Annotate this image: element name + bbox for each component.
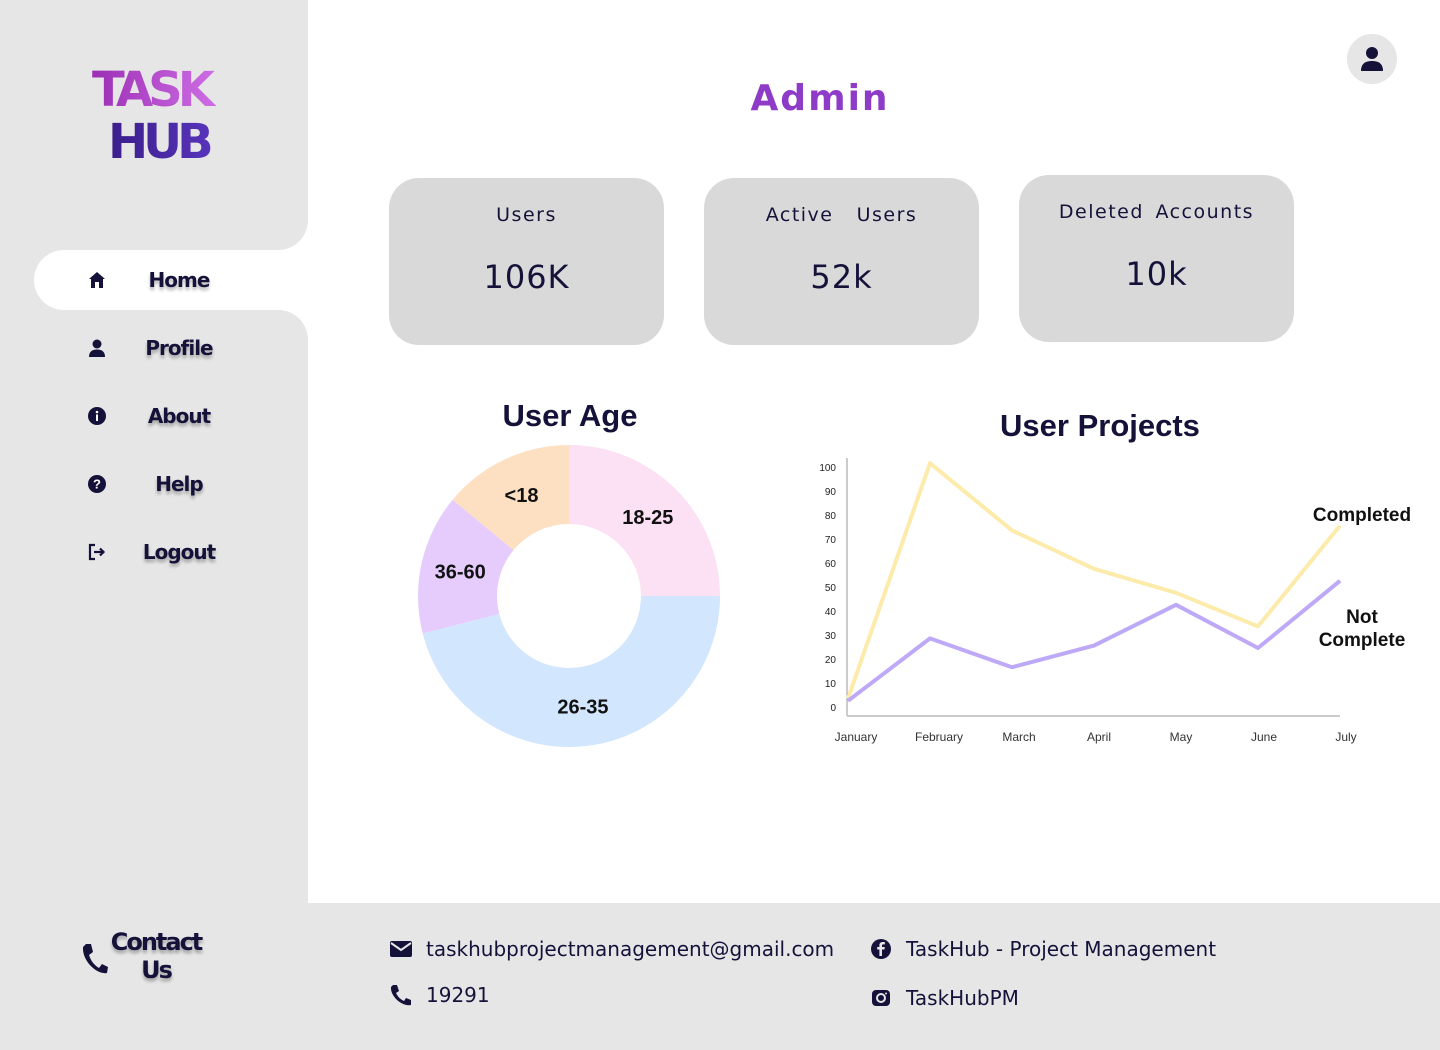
instagram-text: TaskHubPM (906, 986, 1019, 1010)
stat-label: Users (496, 204, 557, 226)
page-title: Admin (750, 78, 890, 119)
sidebar-item-label: Home (148, 268, 211, 292)
sidebar-item-label: About (147, 404, 211, 428)
donut-label: <18 (505, 485, 539, 507)
sidebar-item-label: Help (155, 472, 203, 496)
y-tick-label: 100 (819, 463, 836, 474)
phone-text: 19291 (426, 983, 490, 1007)
y-tick-label: 90 (825, 487, 837, 498)
donut-label: 26-35 (557, 697, 608, 719)
age-chart-title: User Age (502, 398, 638, 433)
y-tick-label: 60 (825, 559, 837, 570)
user-icon (86, 337, 108, 359)
footer-email[interactable]: taskhubprojectmanagement@gmail.com (388, 934, 834, 964)
y-tick-label: 30 (825, 631, 837, 642)
facebook-text: TaskHub - Project Management (906, 937, 1217, 961)
x-tick-label: March (1002, 730, 1035, 744)
sidebar-item-label: Logout (142, 540, 216, 564)
logout-icon (86, 541, 108, 563)
sidebar-nav: Home Profile About ? Help Logout (34, 250, 308, 590)
sidebar-item-about[interactable]: About (34, 386, 308, 446)
logo-line-task: TASK (92, 66, 222, 114)
sidebar-item-home[interactable]: Home (34, 250, 308, 310)
sidebar-item-label: Profile (145, 336, 213, 360)
series-line-not-complete (846, 579, 1342, 703)
y-tick-label: 40 (825, 607, 837, 618)
instagram-icon (868, 985, 894, 1011)
stat-card-deleted-accounts: Deleted Accounts 10k (1019, 175, 1294, 342)
x-tick-label: May (1170, 730, 1193, 744)
age-donut-chart: 18-25 26-35 36-60 <18 (418, 445, 720, 747)
stat-card-users: Users 106K (389, 178, 664, 345)
y-tick-label: 10 (825, 679, 837, 690)
projects-chart-title: User Projects (1000, 408, 1200, 443)
x-tick-label: July (1335, 730, 1356, 744)
svg-text:?: ? (93, 477, 101, 492)
stat-label: Deleted Accounts (1058, 201, 1255, 223)
y-tick-label: 70 (825, 535, 837, 546)
sidebar-curve-top (260, 214, 308, 250)
series-label-not-complete: Not Complete (1319, 607, 1406, 651)
y-tick-label: 80 (825, 511, 837, 522)
footer-phone[interactable]: 19291 (388, 980, 490, 1010)
x-tick-label: April (1087, 730, 1111, 744)
facebook-icon (868, 936, 894, 962)
phone-icon (388, 982, 414, 1008)
donut-label: 18-25 (622, 507, 673, 529)
phone-icon (82, 944, 108, 974)
y-tick-label: 20 (825, 655, 837, 666)
footer-instagram[interactable]: TaskHubPM (868, 983, 1019, 1013)
sidebar-item-help[interactable]: ? Help (34, 454, 308, 514)
stat-label: Active Users (765, 204, 918, 226)
donut-label: 36-60 (435, 562, 486, 584)
taskhub-logo[interactable]: TASK HUB (92, 66, 222, 166)
sidebar: TASK HUB Home Profile About ? Help Logou… (0, 0, 308, 903)
user-icon (1361, 47, 1383, 71)
stat-value: 106K (483, 258, 570, 296)
contact-us-label: Contact Us (110, 928, 204, 984)
stat-value: 52k (810, 258, 873, 296)
x-tick-label: February (915, 730, 963, 744)
footer-facebook[interactable]: TaskHub - Project Management (868, 934, 1216, 964)
stat-card-active-users: Active Users 52k (704, 178, 979, 345)
series-line-completed (846, 461, 1342, 700)
y-tick-label: 0 (830, 703, 836, 714)
profile-avatar-button[interactable] (1347, 34, 1397, 84)
x-tick-label: June (1251, 730, 1277, 744)
contact-us[interactable]: Contact Us (80, 928, 220, 988)
mail-icon (388, 936, 414, 962)
admin-dashboard: TASK HUB Home Profile About ? Help Logou… (0, 0, 1440, 1050)
sidebar-curve-bottom (260, 310, 308, 346)
projects-line-chart: 0 10 20 30 40 50 60 70 80 90 100 January February Mar… (819, 458, 1411, 744)
email-text: taskhubprojectmanagement@gmail.com (426, 937, 835, 961)
x-tick-label: January (835, 730, 878, 744)
home-icon (86, 269, 108, 291)
help-icon: ? (86, 473, 108, 495)
series-label-completed: Completed (1313, 505, 1411, 526)
info-icon (86, 405, 108, 427)
logo-line-hub: HUB (108, 118, 222, 166)
sidebar-item-logout[interactable]: Logout (34, 522, 308, 582)
stat-value: 10k (1125, 255, 1188, 293)
y-tick-label: 50 (825, 583, 837, 594)
